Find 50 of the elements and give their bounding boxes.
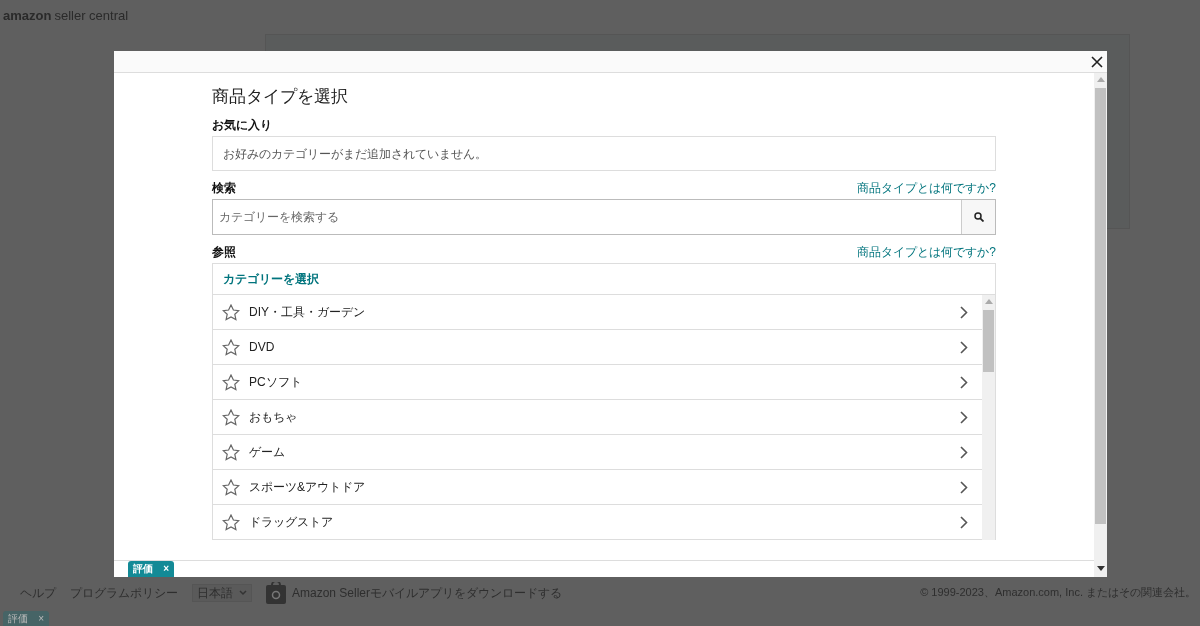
category-name: DIY・工具・ガーデン xyxy=(249,304,365,321)
category-name: PCソフト xyxy=(249,374,302,391)
category-name: DVD xyxy=(249,339,275,356)
star-icon[interactable] xyxy=(222,408,240,426)
chevron-right-icon xyxy=(960,480,968,494)
chevron-right-icon xyxy=(960,445,968,459)
close-icon[interactable]: × xyxy=(38,613,44,624)
scrollbar[interactable] xyxy=(1094,73,1107,577)
category-list-header: カテゴリーを選択 xyxy=(213,264,995,295)
category-name: ゲーム xyxy=(249,444,285,461)
star-icon[interactable] xyxy=(222,478,240,496)
close-icon[interactable] xyxy=(1091,55,1103,68)
chevron-right-icon xyxy=(960,305,968,319)
search-icon xyxy=(973,212,984,222)
section-label: 検索 xyxy=(212,181,236,195)
close-icon[interactable]: × xyxy=(163,564,169,574)
category-row[interactable]: PCソフト xyxy=(213,365,982,400)
category-name: おもちゃ xyxy=(249,409,297,426)
category-name: ドラッグストア xyxy=(249,514,333,531)
search-button[interactable] xyxy=(961,200,995,234)
help-link[interactable]: 商品タイプとは何ですか? xyxy=(857,245,996,259)
section-label: 参照 xyxy=(212,245,236,259)
chevron-right-icon xyxy=(960,410,968,424)
category-row[interactable]: おもちゃ xyxy=(213,400,982,435)
list-scrollbar[interactable] xyxy=(982,295,995,540)
chevron-right-icon xyxy=(960,375,968,389)
star-icon[interactable] xyxy=(222,303,240,321)
category-row[interactable]: スポーツ&アウトドア xyxy=(213,470,982,505)
help-link[interactable]: 商品タイプとは何ですか? xyxy=(857,181,996,195)
star-icon[interactable] xyxy=(222,513,240,531)
chevron-right-icon xyxy=(960,340,968,354)
scroll-down-icon[interactable] xyxy=(1096,566,1105,571)
section-label: お気に入り xyxy=(212,118,273,132)
category-name: スポーツ&アウトドア xyxy=(249,479,365,496)
star-icon[interactable] xyxy=(222,443,240,461)
scrollbar-thumb[interactable] xyxy=(1095,88,1106,524)
category-row[interactable]: DIY・工具・ガーデン xyxy=(213,295,982,330)
star-icon[interactable] xyxy=(222,373,240,391)
category-row[interactable]: ゲーム xyxy=(213,435,982,470)
feedback-tab[interactable]: 評価 × xyxy=(3,611,49,626)
favorites-empty-message: お好みのカテゴリーがまだ追加されていません。 xyxy=(212,136,996,171)
caret-icon xyxy=(239,590,247,596)
star-icon[interactable] xyxy=(222,338,240,356)
feedback-tab[interactable]: 評価 × xyxy=(128,561,174,577)
dialog-title: 商品タイプを選択 xyxy=(212,86,349,108)
category-row[interactable]: DVD xyxy=(213,330,982,365)
shopping-bag-icon xyxy=(266,582,286,604)
scrollbar-thumb[interactable] xyxy=(983,310,994,372)
category-row[interactable]: ドラッグストア xyxy=(213,505,982,540)
chevron-right-icon xyxy=(960,515,968,529)
